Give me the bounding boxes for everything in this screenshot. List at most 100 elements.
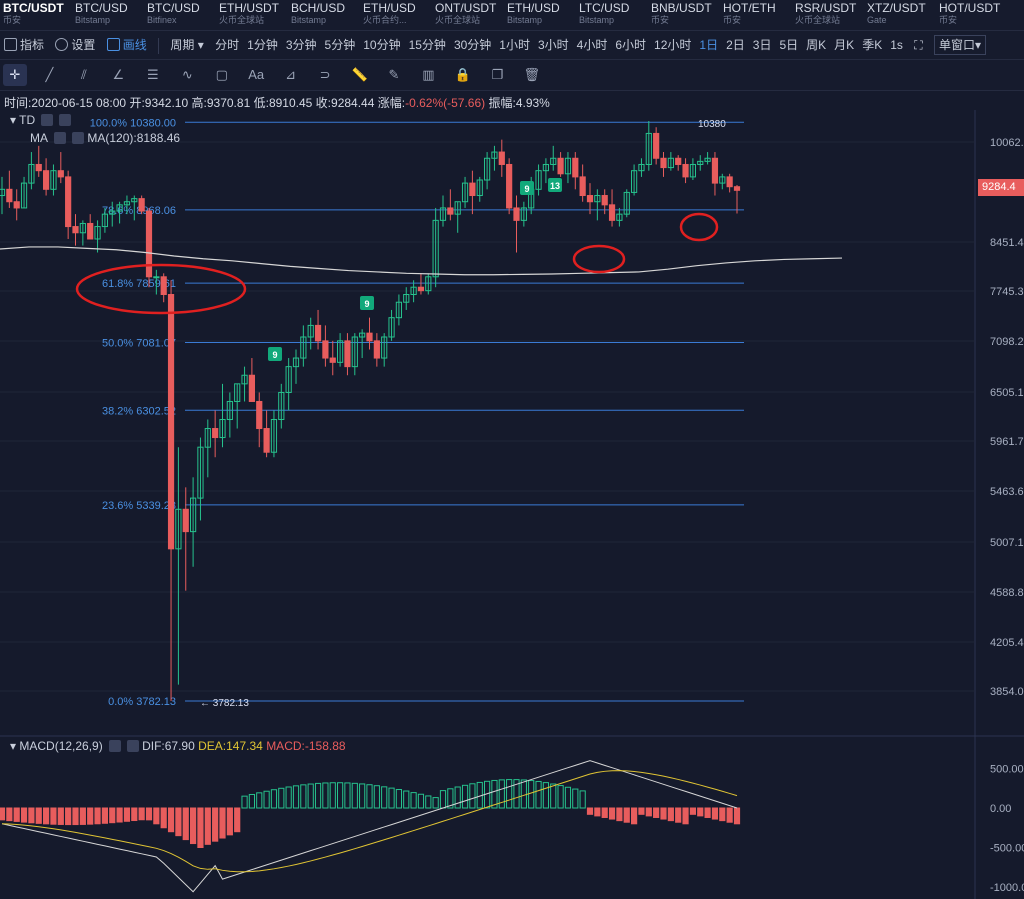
macd-bar	[395, 789, 402, 809]
macd-bar	[292, 785, 300, 809]
macd-bar	[57, 807, 64, 825]
macd-bar	[557, 785, 564, 809]
macd-bar	[109, 807, 116, 824]
macd-bar	[719, 807, 726, 822]
macd-bar	[616, 807, 623, 822]
y-tick-label: 5463.6	[990, 486, 1024, 498]
y-tick-label: 4205.4	[990, 637, 1024, 649]
y-tick-label: 7745.3	[990, 286, 1024, 298]
candle-body	[726, 176, 733, 188]
macd-bar	[28, 807, 35, 824]
macd-bar	[594, 807, 601, 817]
close-icon[interactable]	[59, 114, 72, 126]
macd-bar	[520, 779, 527, 809]
macd-bar	[381, 786, 388, 809]
macd-bar	[212, 807, 219, 842]
y-tick-label: 5961.7	[990, 436, 1024, 448]
candle-body	[35, 163, 42, 172]
macd-bar	[160, 807, 167, 829]
candle-body	[366, 332, 373, 342]
macd-bar	[337, 782, 344, 809]
macd-bar	[72, 807, 79, 826]
macd-bar	[528, 780, 535, 809]
macd-bar	[175, 807, 182, 837]
macd-bar	[219, 807, 226, 839]
y-tick-label: 10062.	[990, 137, 1024, 149]
macd-bar	[388, 787, 395, 809]
macd-bar	[403, 790, 410, 809]
candle-body	[733, 186, 741, 191]
macd-bar	[417, 793, 425, 809]
fib-low-label: ← 3782.13	[200, 698, 249, 709]
macd-bar	[645, 807, 652, 817]
macd-bar	[366, 784, 373, 809]
macd-bar	[579, 790, 586, 809]
fib-label: 0.0% 3782.13	[108, 696, 176, 708]
y-tick-label: 8451.4	[990, 237, 1024, 249]
macd-bar	[653, 807, 660, 818]
macd-bar	[439, 790, 447, 809]
macd-bar	[660, 807, 667, 820]
macd-bar	[704, 807, 711, 818]
candle-body	[145, 210, 153, 278]
candle-body	[373, 340, 380, 359]
td-marker-label: 9	[364, 299, 369, 309]
macd-bar	[726, 807, 733, 823]
macd-bar	[550, 783, 557, 809]
y-tick-label: 6505.1	[990, 387, 1024, 399]
fib-high-label: 10380	[698, 119, 726, 130]
candle-body	[248, 374, 256, 402]
td-marker-label: 13	[550, 181, 560, 191]
macd-bar	[153, 807, 160, 825]
candle-body	[263, 428, 270, 453]
macd-bar	[689, 807, 696, 815]
candle-body	[65, 176, 72, 228]
macd-bar	[586, 807, 594, 815]
macd-bar	[498, 779, 505, 809]
settings-icon[interactable]	[108, 740, 121, 752]
macd-bar	[94, 807, 101, 825]
close-icon[interactable]	[72, 132, 84, 144]
close-icon[interactable]	[126, 740, 139, 752]
macd-bar	[248, 793, 256, 809]
macd-bar	[344, 782, 351, 809]
macd-bar	[461, 784, 469, 809]
candle-body	[572, 157, 579, 178]
candle-body	[87, 222, 94, 240]
candle-body	[711, 157, 719, 184]
macd-bar	[733, 807, 741, 825]
macd-bar	[638, 807, 645, 815]
macd-bar	[682, 807, 689, 825]
candle-body	[506, 163, 513, 209]
macd-bar	[138, 807, 145, 821]
candle-body	[212, 428, 219, 439]
macd-bar	[572, 788, 579, 809]
annotation-circle	[572, 244, 626, 274]
macd-bar	[190, 807, 197, 845]
macd-bar	[79, 807, 86, 825]
macd-bar	[307, 783, 314, 809]
settings-icon[interactable]	[41, 114, 54, 126]
settings-icon[interactable]	[54, 132, 66, 144]
candle-body	[653, 132, 660, 159]
candle-body	[579, 176, 586, 197]
macd-bar	[116, 807, 123, 823]
macd-bar	[278, 787, 285, 809]
candle-body	[6, 188, 13, 203]
macd-bar	[711, 807, 719, 820]
macd-tick-label: -500.00	[990, 843, 1024, 855]
macd-bar	[623, 807, 630, 823]
candle-body	[557, 157, 564, 175]
macd-bar	[285, 786, 292, 809]
candle-body	[329, 357, 336, 363]
ma-legend: MA MA(120):8188.46	[30, 131, 181, 145]
fib-label: 50.0% 7081.07	[102, 337, 176, 349]
macd-bar	[234, 807, 241, 833]
td-marker-label: 9	[524, 184, 529, 194]
macd-bar	[0, 807, 6, 821]
candle-body	[138, 198, 145, 212]
macd-bar	[101, 807, 109, 824]
td-marker-label: 9	[272, 350, 277, 360]
candle-body	[314, 324, 322, 342]
macd-bar	[351, 782, 358, 809]
